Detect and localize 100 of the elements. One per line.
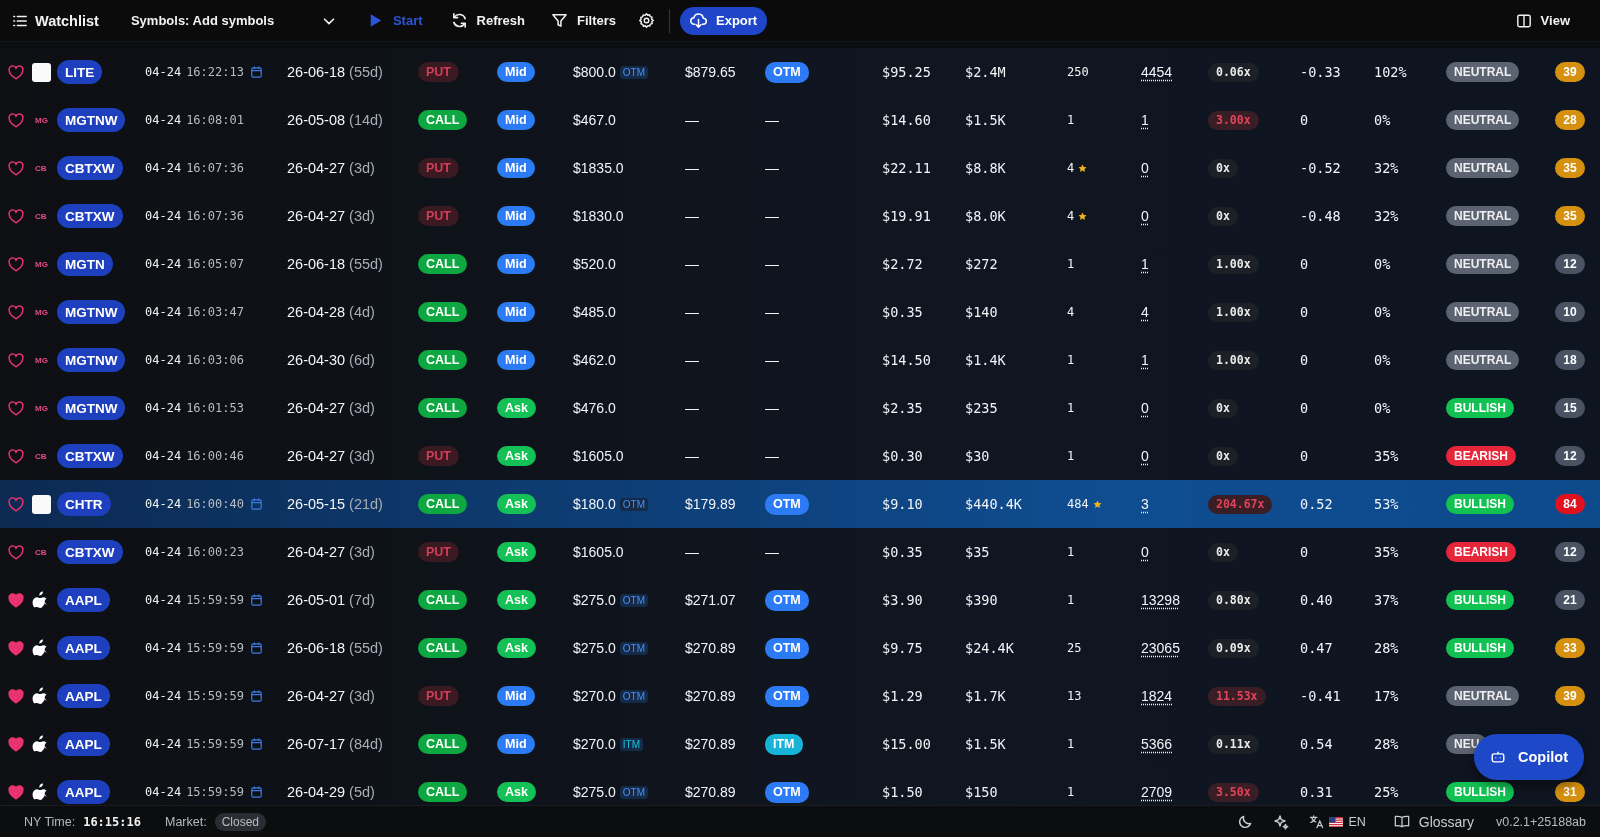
view-button[interactable]: View <box>1507 6 1578 35</box>
volume-link[interactable]: 13298 <box>1141 592 1180 608</box>
sparkle-icon[interactable] <box>1273 813 1290 830</box>
table-row[interactable]: LITE 04-24 16:22:13 26-06-18 (55d) PUT Mid $800.0 OTM $879.65 OTM $95.25 $2.4M 250 4454 0.06x -0.33 102% NEUTRAL 39 <box>0 48 1600 96</box>
table-row[interactable]: CB CBTXW 04-24 16:07:36 26-04-27 (3d) PUT Mid $1835.0 — — $22.11 $8.8K 4 0 0x -0.52 32% NEUTRAL 35 <box>0 144 1600 192</box>
heart-icon[interactable] <box>8 688 24 704</box>
volume-link[interactable]: 5366 <box>1141 736 1173 752</box>
glossary-button[interactable]: Glossary <box>1393 813 1474 830</box>
ticker-chip[interactable]: AAPL <box>57 684 110 708</box>
premium-price: $19.91 <box>882 208 931 224</box>
volume-link[interactable]: 4454 <box>1141 64 1173 80</box>
heart-icon[interactable] <box>8 592 24 608</box>
ticker-chip[interactable]: MGTNW <box>57 108 126 132</box>
heart-icon[interactable] <box>8 448 24 464</box>
ticker-chip[interactable]: MGTNW <box>57 396 126 420</box>
table-row[interactable]: CB CBTXW 04-24 16:07:36 26-04-27 (3d) PUT Mid $1830.0 — — $19.91 $8.0K 4 0 0x -0.48 32% NEUTRAL 35 <box>0 192 1600 240</box>
moneyness-badge: OTM <box>765 781 809 803</box>
heart-icon[interactable] <box>8 544 24 560</box>
table-row[interactable]: CHTR 04-24 16:00:40 26-05-15 (21d) CALL Ask $180.0 OTM $179.89 OTM $9.10 $440.4K 484 3 204.67x 0.52 53% BULLISH 84 <box>0 480 1600 528</box>
moon-icon[interactable] <box>1238 814 1254 829</box>
logo-placeholder <box>32 62 51 82</box>
table-row[interactable]: MG MGTNW 04-24 16:03:06 26-04-30 (6d) CALL Mid $462.0 — — $14.50 $1.4K 1 1 1.00x 0 0% NEUTRAL 18 <box>0 336 1600 384</box>
score-badge: 39 <box>1555 686 1585 706</box>
table-row[interactable]: MG MGTNW 04-24 16:03:47 26-04-28 (4d) CALL Mid $485.0 — — $0.35 $140 4 4 1.00x 0 0% NEUTRAL 10 <box>0 288 1600 336</box>
volume-ratio: 0x <box>1208 446 1238 466</box>
heart-icon[interactable] <box>8 496 24 512</box>
premium-price: $14.60 <box>882 112 931 128</box>
filters-button[interactable]: Filters <box>542 6 624 35</box>
table-row[interactable]: AAPL 04-24 15:59:59 26-04-27 (3d) PUT Mid $270.0 OTM $270.89 OTM $1.29 $1.7K 13 1824 11.53x -0.41 17% NEUTRAL 39 <box>0 672 1600 720</box>
ticker-chip[interactable]: CBTXW <box>57 444 123 468</box>
ticker-chip[interactable]: CBTXW <box>57 204 123 228</box>
volume-link[interactable]: 0 <box>1141 544 1149 560</box>
heart-icon[interactable] <box>8 160 24 176</box>
volume-link[interactable]: 23065 <box>1141 640 1180 656</box>
heart-icon[interactable] <box>8 112 24 128</box>
volume-link[interactable]: 0 <box>1141 160 1149 176</box>
volume-link[interactable]: 0 <box>1141 448 1149 464</box>
heart-icon[interactable] <box>8 736 24 752</box>
trade-size: 250 <box>1067 65 1089 79</box>
side-badge: Mid <box>497 350 535 370</box>
implied-volatility: 32% <box>1374 208 1399 224</box>
export-button[interactable]: Export <box>680 6 768 35</box>
option-type-badge: PUT <box>418 62 459 82</box>
heart-icon[interactable] <box>8 640 24 656</box>
version-text: v0.2.1+25188ab <box>1496 814 1586 829</box>
ticker-chip[interactable]: CBTXW <box>57 156 123 180</box>
heart-icon[interactable] <box>8 256 24 272</box>
ticker-chip[interactable]: CHTR <box>57 492 111 516</box>
ticker-chip[interactable]: MGTN <box>57 252 113 276</box>
ticker-chip[interactable]: MGTNW <box>57 348 126 372</box>
table-row[interactable]: MG MGTNW 04-24 16:08:01 26-05-08 (14d) CALL Mid $467.0 — — $14.60 $1.5K 1 1 3.00x 0 0% NEUTRAL 28 <box>0 96 1600 144</box>
language-button[interactable]: EN <box>1309 814 1366 829</box>
ticker-chip[interactable]: AAPL <box>57 636 110 660</box>
ticker-chip[interactable]: LITE <box>57 60 103 84</box>
table-row[interactable]: MG MGTN 04-24 16:05:07 26-06-18 (55d) CALL Mid $520.0 — — $2.72 $272 1 1 1.00x 0 0% NEUTRAL 12 <box>0 240 1600 288</box>
trade-size: 4 <box>1067 161 1075 175</box>
delta-value: 0 <box>1300 112 1309 128</box>
symbols-dropdown[interactable]: Symbols: Add symbols <box>130 6 337 35</box>
table-row[interactable]: MG MGTNW 04-24 16:01:53 26-04-27 (3d) CALL Ask $476.0 — — $2.35 $235 1 0 0x 0 0% BULLISH 15 <box>0 384 1600 432</box>
table-row[interactable]: CB CBTXW 04-24 16:00:23 26-04-27 (3d) PUT Ask $1605.0 — — $0.35 $35 1 0 0x 0 35% BEARISH 12 <box>0 528 1600 576</box>
volume-link[interactable]: 4 <box>1141 304 1149 320</box>
ny-time-value: 16:15:16 <box>83 814 141 829</box>
sentiment-badge: BULLISH <box>1446 398 1514 418</box>
volume-link[interactable]: 2709 <box>1141 784 1173 800</box>
heart-icon[interactable] <box>8 304 24 320</box>
ticker-chip[interactable]: AAPL <box>57 732 110 756</box>
days-to-expiry: (7d) <box>349 592 375 608</box>
heart-icon[interactable] <box>8 64 24 80</box>
refresh-button[interactable]: Refresh <box>442 6 533 35</box>
ticker-chip[interactable]: AAPL <box>57 588 110 612</box>
volume-link[interactable]: 3 <box>1141 496 1149 512</box>
total-premium: $1.4K <box>965 352 1006 368</box>
ticker-chip[interactable]: MGTNW <box>57 300 126 324</box>
logo-text: MG <box>35 115 48 125</box>
table-row[interactable]: AAPL 04-24 15:59:59 26-04-29 (5d) CALL Ask $275.0 OTM $270.89 OTM $1.50 $150 1 2709 3.50x 0.31 25% BULLISH 31 <box>0 768 1600 805</box>
trade-time: 16:07:36 <box>186 209 244 223</box>
volume-link[interactable]: 1 <box>1141 256 1149 272</box>
heart-icon[interactable] <box>8 352 24 368</box>
ticker-chip[interactable]: CBTXW <box>57 540 123 564</box>
days-to-expiry: (3d) <box>349 688 375 704</box>
table-row[interactable]: AAPL 04-24 15:59:59 26-05-01 (7d) CALL Ask $275.0 OTM $271.07 OTM $3.90 $390 1 13298 0.80x 0.40 37% BULLISH 21 <box>0 576 1600 624</box>
heart-icon[interactable] <box>8 784 24 800</box>
total-premium: $8.0K <box>965 208 1006 224</box>
volume-link[interactable]: 0 <box>1141 208 1149 224</box>
volume-ratio: 0x <box>1208 158 1238 178</box>
delta-value: 0 <box>1300 544 1309 560</box>
volume-link[interactable]: 1824 <box>1141 688 1173 704</box>
delta-value: 0 <box>1300 256 1309 272</box>
sentiment-badge: NEUTRAL <box>1446 110 1520 130</box>
table-row[interactable]: AAPL 04-24 15:59:59 26-06-18 (55d) CALL Ask $275.0 OTM $270.89 OTM $9.75 $24.4K 25 23065 0.09x 0.47 28% BULLISH 33 <box>0 624 1600 672</box>
watchlist-menu-button[interactable]: Watchlist <box>12 6 99 35</box>
heart-icon[interactable] <box>8 208 24 224</box>
side-badge: Mid <box>497 734 535 754</box>
heart-icon[interactable] <box>8 400 24 416</box>
volume-link[interactable]: 1 <box>1141 352 1149 368</box>
expiry-date: 26-05-08 <box>287 112 346 128</box>
table-row[interactable]: CB CBTXW 04-24 16:00:46 26-04-27 (3d) PUT Ask $1605.0 — — $0.30 $30 1 0 0x 0 35% BEARISH 12 <box>0 432 1600 480</box>
volume-link[interactable]: 0 <box>1141 400 1149 416</box>
volume-link[interactable]: 1 <box>1141 112 1149 128</box>
ticker-chip[interactable]: AAPL <box>57 780 110 804</box>
